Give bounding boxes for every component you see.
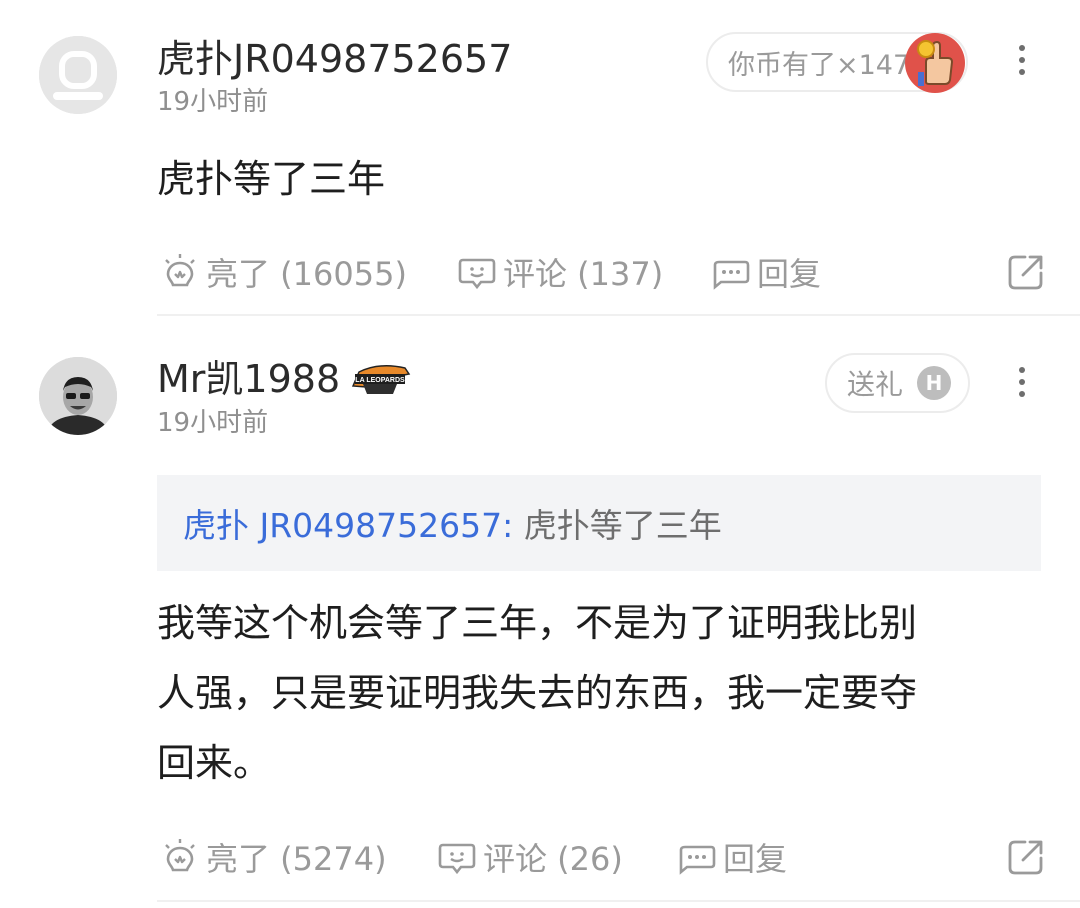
reply-button[interactable]: 回复: [711, 247, 821, 297]
reply-label: 回复: [757, 255, 822, 293]
more-options-icon[interactable]: [1012, 42, 1032, 82]
like-button[interactable]: 亮了 (16055): [160, 247, 407, 297]
thumbs-up-coin-icon: [904, 32, 966, 94]
reply-label: 回复: [723, 840, 788, 878]
quoted-username[interactable]: 虎扑 JR0498752657:: [183, 499, 513, 547]
like-count-label: 亮了 (5274): [206, 840, 387, 878]
hupu-coin-letter: H: [925, 371, 943, 395]
coin-pill-label: 你币有了×147: [728, 49, 911, 81]
more-options-icon[interactable]: [1012, 364, 1032, 404]
quoted-comment[interactable]: 虎扑 JR0498752657: 虎扑等了三年: [157, 475, 1041, 571]
quoted-text: 虎扑等了三年: [513, 506, 722, 545]
comment-text-line: 人强，只是要证明我失去的东西，我一定要夺: [157, 671, 918, 715]
share-button[interactable]: [1006, 832, 1046, 882]
action-bar: 亮了 (5274) 评论 (26) 回复: [0, 832, 1080, 882]
comment-text-line: 我等这个机会等了三年，不是为了证明我比别: [157, 601, 918, 645]
share-button[interactable]: [1006, 247, 1046, 297]
coin-pill[interactable]: 你币有了×147: [706, 32, 968, 94]
default-avatar-icon: [39, 36, 117, 114]
username[interactable]: Mr凯1988: [157, 360, 340, 398]
comment-card: 虎扑JR0498752657 19小时前 你币有了×147 虎扑等了三年 亮了 …: [0, 0, 1080, 316]
username[interactable]: 虎扑JR0498752657: [157, 40, 512, 78]
team-badge: LA LEOPARDS: [349, 360, 411, 396]
avatar[interactable]: [39, 357, 117, 435]
team-badge-text: LA LEOPARDS: [355, 377, 405, 384]
gift-button[interactable]: 送礼 H: [825, 353, 970, 413]
share-icon: [1008, 840, 1043, 875]
reply-button[interactable]: 回复: [677, 832, 787, 882]
like-count-label: 亮了 (16055): [206, 255, 407, 293]
reply-bubble-icon: [679, 845, 716, 875]
post-time: 19小时前: [157, 408, 269, 438]
share-icon: [1008, 255, 1043, 290]
action-bar: 亮了 (16055) 评论 (137) 回复: [0, 247, 1080, 297]
comment-button[interactable]: 评论 (137): [457, 247, 663, 297]
comment-text: 我等这个机会等了三年，不是为了证明我比别 人强，只是要证明我失去的东西，我一定要…: [157, 588, 1037, 798]
gift-label: 送礼: [847, 368, 904, 401]
comment-button[interactable]: 评论 (26): [437, 832, 623, 882]
comment-text: 虎扑等了三年: [157, 157, 386, 201]
comment-bubble-icon: [458, 258, 496, 290]
comment-bubble-icon: [438, 843, 476, 875]
comment-count-label: 评论 (137): [503, 255, 664, 293]
hupu-coin-icon: H: [917, 366, 952, 400]
comment-card: Mr凯1988 LA LEOPARDS 19小时前 送礼 H 虎扑 JR0498…: [0, 316, 1080, 908]
comment-count-label: 评论 (26): [483, 840, 623, 878]
post-time: 19小时前: [157, 87, 269, 117]
like-button[interactable]: 亮了 (5274): [160, 832, 387, 882]
divider: [157, 900, 1080, 902]
reply-bubble-icon: [713, 260, 750, 290]
comment-text-line: 回来。: [157, 741, 272, 785]
lightbulb-icon: [165, 254, 195, 287]
lightbulb-icon: [165, 839, 195, 872]
user-photo-icon: [39, 357, 117, 435]
avatar[interactable]: [39, 36, 117, 114]
